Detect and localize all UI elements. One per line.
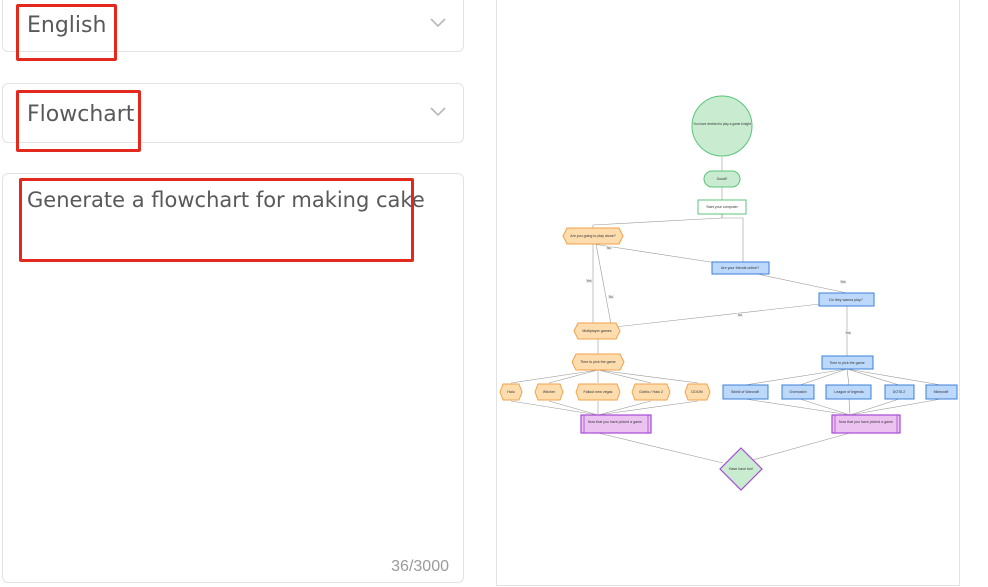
flowchart-node-multiplayer: Multiplayer games [573, 322, 621, 340]
node-label: Halo [507, 390, 514, 394]
flowchart-left-games: Halo Witcher Fallout new vegas Gothic / … [499, 383, 711, 401]
node-label: Do they wanna play? [829, 298, 863, 302]
flowchart-node-start-computer: Start your computer [697, 199, 747, 215]
flowchart-end-node: Have have fun! [719, 447, 763, 491]
node-label: Are you going to play alone? [570, 234, 616, 238]
node-label: Start your computer [706, 205, 738, 209]
highlight-prompt [19, 178, 414, 262]
edge-label: Yes [845, 331, 851, 335]
node-label: You have decided to play a game tonight [693, 122, 751, 126]
edge-label: Yes [586, 279, 592, 283]
chevron-down-icon[interactable] [429, 17, 447, 29]
node-label: Have have fun! [729, 467, 753, 471]
flowchart-node-pick-game-right: Time to pick the game [821, 355, 874, 370]
flowchart-start-node: You have decided to play a game tonight [691, 95, 753, 157]
flowchart-node-chosen-left: Now that you have picked a game [580, 414, 652, 434]
highlight-diagram-type [16, 90, 141, 152]
edge-label: No [607, 246, 611, 250]
node-label: Witcher [543, 390, 556, 394]
flowchart-node-friends-online: Are your friends online? [711, 261, 770, 275]
flowchart-node-good: Good!! [703, 170, 741, 188]
flowchart-preview-panel: No Yes No Yes No Yes You have decided to… [496, 0, 960, 586]
flowchart-node-play-alone: Are you going to play alone? [562, 227, 624, 245]
node-label: Are your friends online? [721, 266, 759, 270]
edge-labels: No Yes No Yes No Yes [586, 246, 851, 335]
flowchart-node-pick-game-left: Time to pick the game [571, 353, 625, 371]
edge-label: Yes [840, 280, 846, 284]
node-label: Overwatch [789, 390, 806, 394]
node-label: Gothic / Halo 2 [639, 390, 663, 394]
node-label: Fallout new vegas [584, 390, 613, 394]
node-label: Now that you have picked a game [588, 420, 642, 424]
node-label: DOTA 2 [893, 390, 906, 394]
node-label: League of legends [834, 390, 864, 394]
node-label: Time to pick the game [580, 360, 615, 364]
edge-label: No [609, 295, 613, 299]
node-label: Now that you have picked a game [839, 420, 893, 424]
flowchart-right-games: World of Warcraft Overwatch League of le… [722, 384, 958, 400]
node-label: World of Warcraft [731, 390, 759, 394]
flowchart-node-wanna-play: Do they wanna play? [818, 292, 875, 307]
edge-label: No [738, 313, 742, 317]
node-label: Multiplayer games [582, 329, 611, 333]
node-label: Minecraft [934, 390, 949, 394]
chevron-down-icon[interactable] [429, 106, 447, 118]
character-counter: 36/3000 [391, 558, 449, 575]
flowchart-node-chosen-right: Now that you have picked a game [831, 414, 901, 434]
node-label: Time to pick the game [829, 361, 864, 365]
node-label: Good!! [717, 177, 728, 181]
flowchart-diagram: No Yes No Yes No Yes You have decided to… [499, 95, 958, 491]
highlight-language [16, 4, 117, 61]
node-label: DOOM [691, 390, 702, 394]
